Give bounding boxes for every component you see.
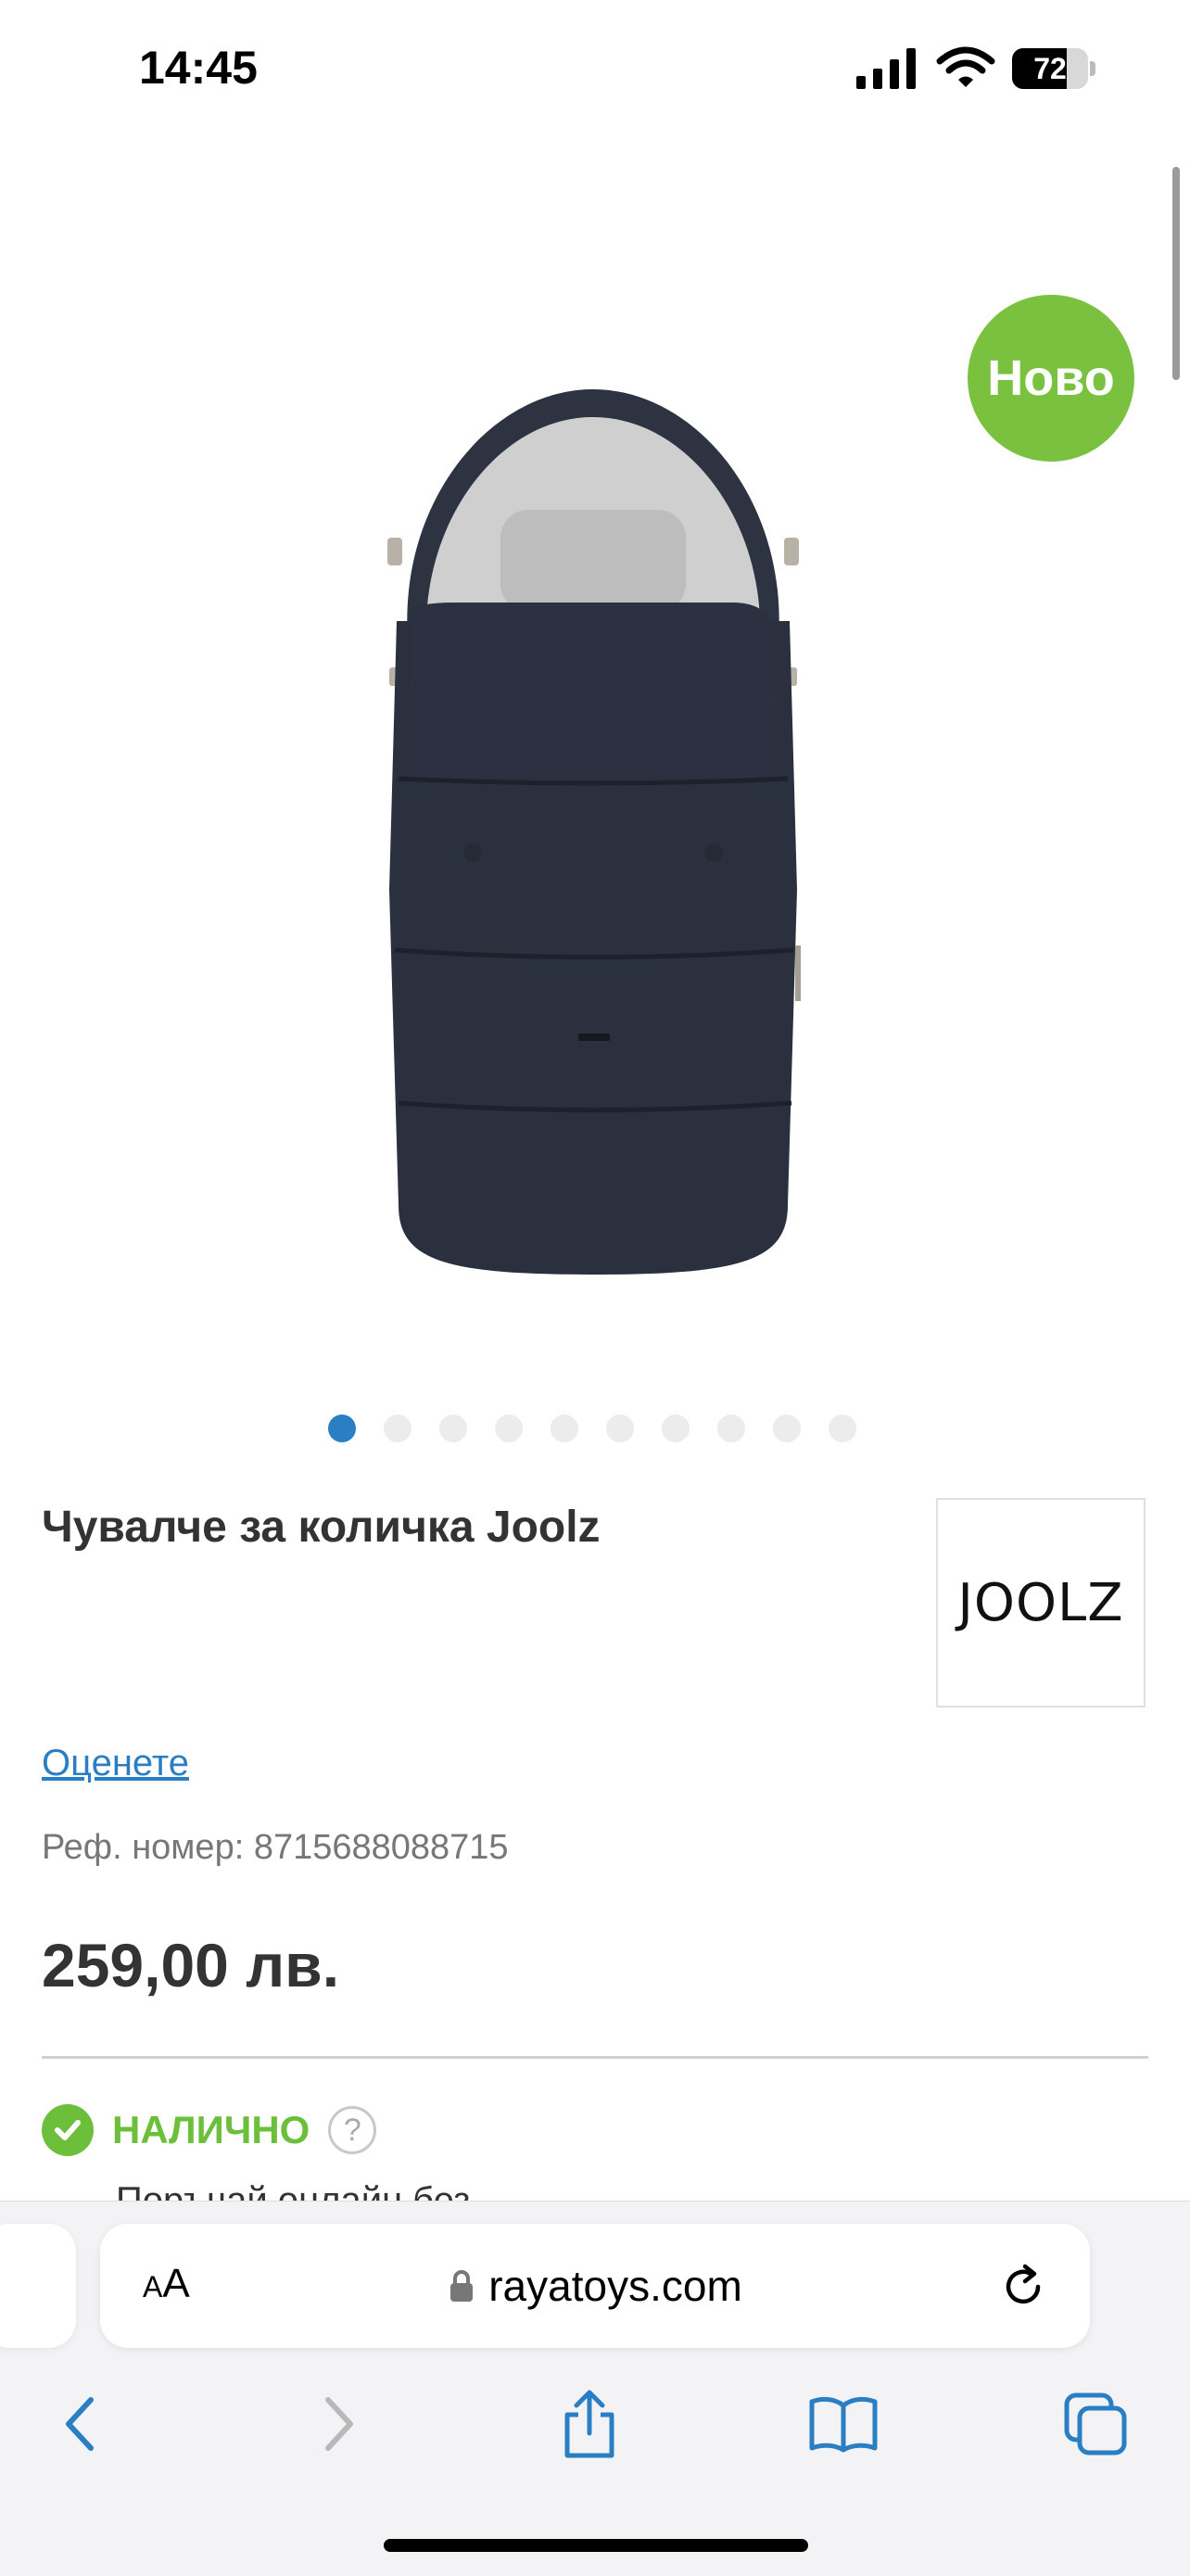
share-icon[interactable] [552, 2387, 627, 2461]
new-badge: Ново [968, 295, 1134, 462]
page-scrollbar[interactable] [1172, 167, 1180, 380]
gallery-dot[interactable] [662, 1415, 690, 1442]
status-bar: 14:45 72 [0, 0, 1190, 139]
gallery-dot[interactable] [606, 1415, 634, 1442]
gallery-dot[interactable] [829, 1415, 856, 1442]
home-indicator [384, 2539, 808, 2552]
reference-number: Реф. номер: 8715688088715 [42, 1828, 509, 1867]
gallery-pagination[interactable] [328, 1415, 856, 1444]
address-bar[interactable]: AA rayatoys.com [100, 2224, 1090, 2348]
gallery-dot[interactable] [439, 1415, 467, 1442]
lock-icon [450, 2270, 474, 2302]
browser-bottom-bar: AA rayatoys.com [0, 2201, 1190, 2576]
chevron-left-icon[interactable] [43, 2387, 117, 2461]
gallery-dot[interactable] [384, 1415, 411, 1442]
wifi-icon [936, 46, 995, 87]
reload-icon[interactable] [997, 2261, 1049, 2313]
browser-toolbar [0, 2378, 1190, 2489]
signal-icon [856, 48, 916, 89]
product-price: 259,00 лв. [42, 1931, 340, 1999]
rate-link[interactable]: Оценете [42, 1743, 189, 1784]
availability-status: НАЛИЧНО [112, 2108, 310, 2151]
check-icon [42, 2104, 94, 2156]
chevron-right-icon[interactable] [302, 2387, 376, 2461]
divider [42, 2056, 1148, 2059]
battery-indicator: 72 [1012, 48, 1095, 89]
url-text: rayatoys.com [488, 2262, 742, 2310]
previous-tab-preview[interactable] [0, 2224, 76, 2348]
tabs-icon[interactable] [1058, 2387, 1133, 2461]
partial-text: Поръчай онлайн без... [116, 2180, 501, 2201]
status-time: 14:45 [139, 42, 258, 94]
brand-logo-text: JOOLZ [957, 1572, 1124, 1633]
product-title: Чувалче за количка Joolz [42, 1503, 601, 1552]
gallery-dot[interactable] [495, 1415, 523, 1442]
battery-percent: 72 [1033, 52, 1067, 85]
availability-row: НАЛИЧНО ? [42, 2102, 377, 2158]
gallery-dot[interactable] [717, 1415, 745, 1442]
brand-logo[interactable]: JOOLZ [936, 1498, 1146, 1707]
gallery-dot[interactable] [773, 1415, 801, 1442]
product-image[interactable] [352, 371, 834, 1288]
help-icon[interactable]: ? [328, 2106, 377, 2154]
book-icon[interactable] [806, 2387, 880, 2461]
gallery-dot[interactable] [551, 1415, 578, 1442]
gallery-dot[interactable] [328, 1415, 356, 1442]
